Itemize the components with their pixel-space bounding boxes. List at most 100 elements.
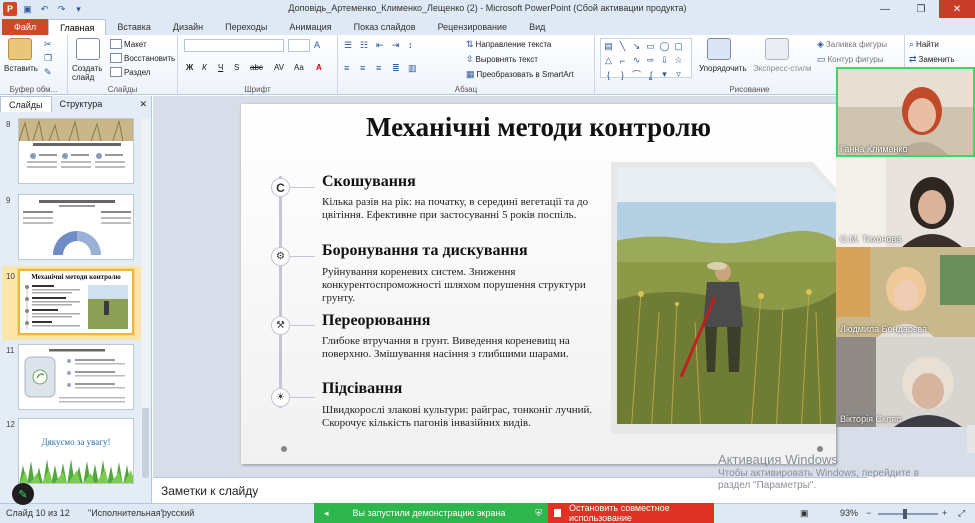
- stop-sharing-button[interactable]: Остановить совместное использование: [548, 503, 714, 523]
- item-heading-plowing[interactable]: Переорювання: [322, 312, 430, 330]
- tab-transitions[interactable]: Переходы: [214, 19, 278, 35]
- maximize-icon[interactable]: ❐: [903, 0, 939, 18]
- columns-icon[interactable]: ▥: [408, 63, 417, 74]
- field-photo[interactable]: [611, 162, 836, 434]
- right-arrow-shape-icon[interactable]: ⇨: [644, 54, 657, 67]
- justify-icon[interactable]: ≣: [392, 63, 400, 74]
- align-text-button[interactable]: ⇳ Выровнять текст: [466, 54, 538, 65]
- font-family-select[interactable]: [184, 39, 284, 52]
- layout-button[interactable]: Макет: [110, 39, 147, 49]
- tab-design[interactable]: Дизайн: [162, 19, 214, 35]
- video-panel-scrollbar[interactable]: [967, 425, 975, 453]
- arrange-button[interactable]: Упорядочить: [699, 64, 747, 73]
- pen-annotation-icon[interactable]: ✎: [12, 483, 34, 505]
- line-shape-icon[interactable]: ╲: [616, 40, 629, 53]
- spacing-icon[interactable]: AV: [274, 63, 284, 72]
- tab-review[interactable]: Рецензирование: [427, 19, 519, 35]
- notes-placeholder[interactable]: Заметки к слайду: [161, 484, 258, 498]
- tab-insert[interactable]: Вставка: [106, 19, 161, 35]
- text-direction-button[interactable]: ⇅ Направление текста: [466, 39, 551, 50]
- brace-right-shape-icon[interactable]: }: [616, 68, 629, 81]
- tab-home[interactable]: Главная: [48, 19, 107, 35]
- item-text-plowing[interactable]: Глибоке втручання в грунт. Виведення кор…: [322, 335, 602, 361]
- item-heading-harrowing[interactable]: Боронування та дискування: [322, 242, 528, 260]
- font-color-icon[interactable]: A: [316, 63, 322, 72]
- star-shape-icon[interactable]: ☆: [672, 54, 685, 67]
- cut-icon[interactable]: ✂: [44, 39, 52, 50]
- normal-view-icon[interactable]: ▣: [800, 508, 809, 519]
- item-text-mowing[interactable]: Кілька разів на рік: на початку, в серед…: [322, 196, 602, 222]
- tab-view[interactable]: Вид: [518, 19, 556, 35]
- textbox-shape-icon[interactable]: ▤: [602, 40, 615, 53]
- item-heading-oversowing[interactable]: Підсівання: [322, 380, 402, 398]
- tab-slideshow[interactable]: Показ слайдов: [343, 19, 427, 35]
- item-heading-mowing[interactable]: Скошування: [322, 173, 416, 191]
- triangle-shape-icon[interactable]: △: [602, 54, 615, 67]
- slide-title[interactable]: Механічні методи контролю: [241, 112, 836, 143]
- zoom-out-icon[interactable]: −: [866, 508, 871, 518]
- increase-indent-icon[interactable]: ⇥: [392, 40, 400, 51]
- find-button[interactable]: ⌕ Найти: [909, 39, 939, 50]
- font-size-select[interactable]: [288, 39, 310, 52]
- participant-tile[interactable]: О.М. Тихонова: [836, 157, 975, 247]
- align-left-icon[interactable]: ≡: [344, 63, 349, 73]
- paste-icon[interactable]: [8, 38, 32, 60]
- close-icon[interactable]: ✕: [939, 0, 975, 18]
- minimize-icon[interactable]: —: [867, 0, 903, 18]
- tab-animation[interactable]: Анимация: [278, 19, 342, 35]
- align-center-icon[interactable]: ≡: [360, 63, 365, 73]
- numbering-icon[interactable]: ☷: [360, 40, 368, 51]
- slide-thumbnail-11[interactable]: [18, 344, 134, 410]
- shapes-gallery[interactable]: ▤ ╲ ↘ ▭ ◯ ▢ △ ⌐ ∿ ⇨ ⇩ ☆ { } ⌒ ʆ ▾ ▿: [600, 38, 692, 81]
- bullets-icon[interactable]: ☰: [344, 40, 352, 51]
- curve-shape-icon[interactable]: ∿: [630, 54, 643, 67]
- bold-icon[interactable]: Ж: [186, 63, 193, 72]
- tab-file[interactable]: Файл: [2, 19, 49, 35]
- rounded-rect-shape-icon[interactable]: ▢: [672, 40, 685, 53]
- shadow-icon[interactable]: S: [234, 63, 239, 72]
- new-slide-button[interactable]: Создать слайд: [72, 64, 112, 82]
- scrollbar-thumb[interactable]: [142, 408, 149, 478]
- participant-tile[interactable]: Вікторія Скляр: [836, 337, 975, 427]
- align-right-icon[interactable]: ≡: [376, 63, 381, 73]
- format-painter-icon[interactable]: ✎: [44, 67, 52, 78]
- oval-shape-icon[interactable]: ◯: [658, 40, 671, 53]
- line-spacing-icon[interactable]: ↕: [408, 40, 413, 50]
- language-indicator[interactable]: русский: [162, 508, 194, 518]
- slide-thumbnail-8[interactable]: [18, 118, 134, 184]
- gallery-expand-icon[interactable]: ▿: [672, 68, 685, 81]
- current-slide[interactable]: Механічні методи контролю C Скошування К…: [241, 104, 836, 464]
- quick-styles-icon[interactable]: [765, 38, 789, 60]
- quick-styles-button[interactable]: Экспресс-стили: [753, 64, 812, 73]
- zoom-slider[interactable]: [878, 513, 938, 515]
- section-button[interactable]: Раздел: [110, 67, 150, 77]
- down-arrow-shape-icon[interactable]: ⇩: [658, 54, 671, 67]
- item-text-harrowing[interactable]: Руйнування кореневих систем. Зниження ко…: [322, 266, 602, 305]
- slide-thumbnail-9[interactable]: [18, 194, 134, 260]
- strikethrough-icon[interactable]: abc: [250, 63, 263, 72]
- smartart-button[interactable]: ▦ Преобразовать в SmartArt: [466, 69, 574, 80]
- fit-slide-icon[interactable]: ⤢: [958, 508, 965, 519]
- participant-tile[interactable]: Ганна Клименко: [836, 67, 975, 157]
- copy-icon[interactable]: ❐: [44, 53, 52, 64]
- zoom-level[interactable]: 93%: [840, 508, 858, 518]
- change-case-icon[interactable]: Aa: [294, 63, 304, 72]
- replace-button[interactable]: ⇄ Заменить: [909, 54, 955, 65]
- paste-button[interactable]: Вставить: [4, 64, 38, 73]
- arrow-line-shape-icon[interactable]: ↘: [630, 40, 643, 53]
- tab-slides[interactable]: Слайды: [0, 96, 52, 112]
- shape-fill-button[interactable]: ◈ Заливка фигуры: [817, 39, 887, 50]
- underline-icon[interactable]: Ч: [218, 63, 223, 72]
- zoom-slider-thumb[interactable]: [903, 509, 907, 519]
- slide-thumbnail-12[interactable]: Дякуємо за увагу!: [18, 418, 134, 484]
- slides-pane-scrollbar[interactable]: [141, 118, 150, 478]
- curly-shape-icon[interactable]: ʆ: [644, 68, 657, 81]
- slide-thumbnail-10[interactable]: Механічні методи контролю: [18, 269, 134, 335]
- rectangle-shape-icon[interactable]: ▭: [644, 40, 657, 53]
- italic-icon[interactable]: К: [202, 63, 207, 72]
- arrange-icon[interactable]: [707, 38, 731, 60]
- new-slide-icon[interactable]: [76, 38, 100, 60]
- item-text-oversowing[interactable]: Швидкорослі злакові культури: райграс, т…: [322, 404, 602, 430]
- elbow-shape-icon[interactable]: ⌐: [616, 54, 629, 67]
- tab-outline[interactable]: Структура: [52, 96, 111, 112]
